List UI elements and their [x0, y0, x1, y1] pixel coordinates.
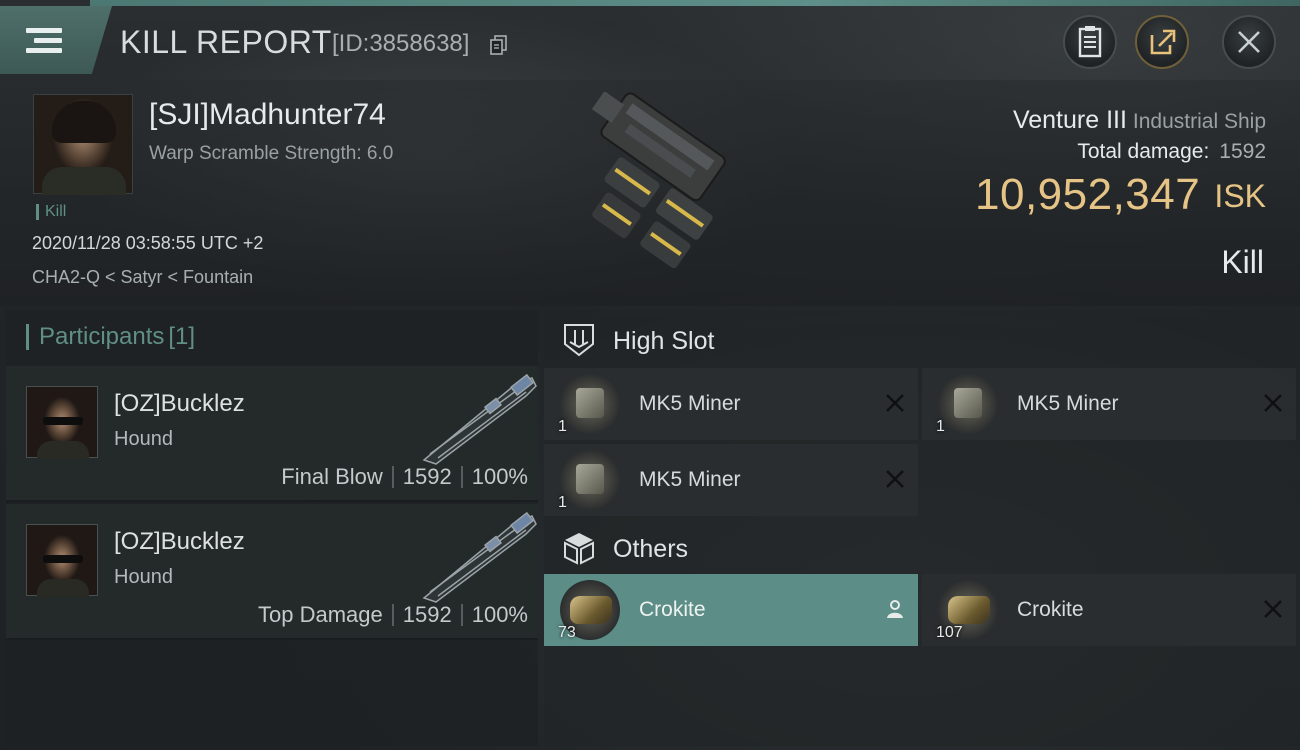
participant-ship-image — [422, 512, 537, 603]
miner-icon — [938, 374, 998, 434]
item-slot[interactable]: 107 Crokite — [922, 574, 1296, 646]
page-title: KILL REPORT — [120, 24, 332, 60]
item-name: MK5 Miner — [639, 468, 741, 491]
miner-icon — [560, 450, 620, 510]
avatar — [26, 386, 98, 459]
header: KILL REPORT [ID:3858638] — [0, 0, 1300, 80]
menu-button[interactable] — [0, 6, 112, 74]
kill-date: 2020/11/28 03:58:55 UTC +2 — [32, 233, 264, 253]
kill-location: CHA2-Q < Satyr < Fountain — [32, 267, 254, 287]
clipboard-icon — [1078, 26, 1102, 58]
participant-damage: 1592 — [402, 602, 452, 627]
victim-ship-image — [591, 92, 726, 269]
miner-icon — [560, 374, 620, 434]
victim-name[interactable]: [SJI]Madhunter74 — [149, 98, 386, 132]
clipboard-button[interactable] — [1063, 15, 1117, 69]
participants-panel: Participants [1] [OZ]Bucklez Hound Final … — [6, 310, 538, 746]
total-damage-label: Total damage: — [1077, 140, 1210, 163]
others-label: Others — [613, 535, 689, 563]
item-name: MK5 Miner — [639, 392, 741, 415]
ship-name-text: Venture III — [1012, 106, 1127, 134]
participant-name: [OZ]Bucklez — [114, 528, 245, 555]
destroyed-icon — [886, 394, 904, 412]
close-icon — [1238, 31, 1260, 53]
participants-title: Participants [1] — [26, 324, 195, 350]
destroyed-icon — [886, 470, 904, 488]
item-slot[interactable]: 1 MK5 Miner — [544, 444, 918, 516]
item-quantity: 1 — [558, 418, 567, 435]
isk-value: 10,952,347 — [975, 170, 1201, 219]
item-name: Crokite — [639, 598, 706, 621]
item-quantity: 1 — [936, 418, 945, 435]
menu-icon — [26, 28, 62, 54]
item-name: Crokite — [1017, 598, 1084, 621]
destroyed-icon — [1264, 394, 1282, 412]
ship-class: Industrial Ship — [1132, 110, 1266, 133]
victim-ship-name[interactable]: Venture III Industrial Ship — [1013, 106, 1266, 135]
victim-avatar[interactable] — [33, 94, 133, 195]
participant-ship-image — [422, 374, 537, 465]
participant-stats: Top Damage 1592 100% — [258, 602, 528, 628]
participant-name: [OZ]Bucklez — [114, 390, 245, 417]
participant-ship: Hound — [114, 566, 173, 588]
participant-row[interactable]: [OZ]Bucklez Hound Top Damage 1592 100% — [6, 504, 538, 640]
cube-icon — [564, 533, 594, 565]
share-button[interactable] — [1135, 15, 1189, 69]
item-slot[interactable]: 73 Crokite — [544, 574, 918, 646]
high-slot-header: High Slot — [544, 312, 1300, 368]
participant-stats: Final Blow 1592 100% — [281, 464, 528, 490]
destroyed-icon — [1264, 600, 1282, 618]
participant-damage: 1592 — [402, 464, 452, 489]
kill-result: Kill — [1221, 244, 1264, 280]
others-header: Others — [544, 520, 1300, 576]
participant-role: Final Blow — [281, 464, 383, 489]
item-quantity: 107 — [936, 624, 963, 641]
high-slot-icon — [564, 324, 594, 357]
item-name: MK5 Miner — [1017, 392, 1119, 415]
close-button[interactable] — [1222, 15, 1276, 69]
total-damage-value: 1592 — [1219, 140, 1266, 163]
total-damage: Total damage: 1592 — [1077, 140, 1266, 164]
item-slot[interactable]: 1 MK5 Miner — [922, 368, 1296, 440]
share-icon — [1150, 29, 1176, 55]
item-slot[interactable]: 1 MK5 Miner — [544, 368, 918, 440]
participant-percent: 100% — [471, 464, 528, 489]
participant-row[interactable]: [OZ]Bucklez Hound Final Blow 1592 100% — [6, 366, 538, 502]
warp-scramble-strength: Warp Scramble Strength: 6.0 — [149, 143, 394, 164]
isk-unit: ISK — [1214, 178, 1266, 214]
dropped-person-icon — [887, 600, 903, 618]
item-quantity: 1 — [558, 494, 567, 511]
participants-title-text: Participants — [39, 323, 165, 350]
participant-role: Top Damage — [258, 602, 383, 627]
avatar — [26, 524, 98, 597]
participant-percent: 100% — [471, 602, 528, 627]
copy-icon[interactable] — [490, 35, 508, 55]
participant-ship: Hound — [114, 428, 173, 450]
kill-tag: Kill — [36, 204, 66, 220]
items-panel: High Slot 1 MK5 Miner 1 MK5 Miner 1 MK5 … — [544, 310, 1300, 746]
participants-count: [1] — [168, 323, 196, 350]
report-id: [ID:3858638] — [332, 30, 470, 57]
high-slot-label: High Slot — [613, 327, 715, 355]
item-quantity: 73 — [558, 624, 576, 641]
